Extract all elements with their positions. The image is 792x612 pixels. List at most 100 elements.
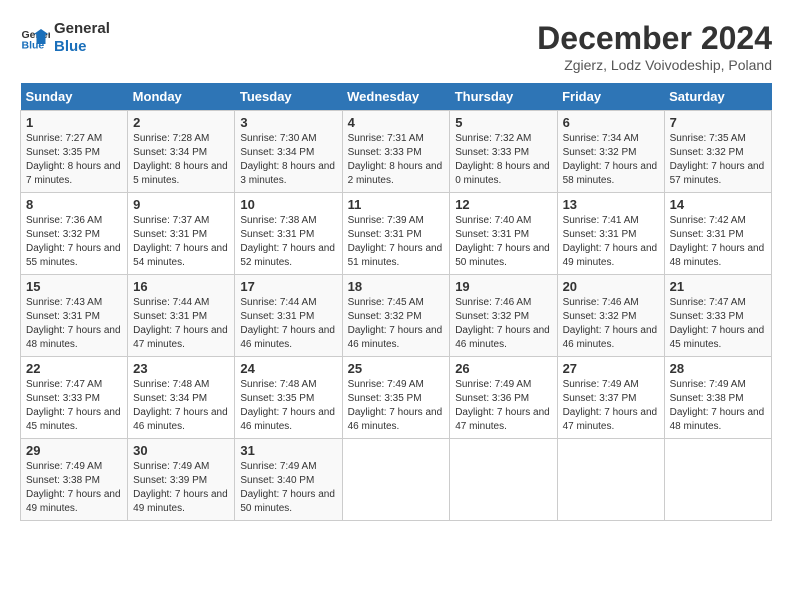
day-info: Sunrise: 7:31 AMSunset: 3:33 PMDaylight:… [348, 132, 445, 188]
day-number: 24 [240, 361, 336, 376]
header: General Blue General Blue December 2024 … [20, 20, 772, 73]
day-info: Sunrise: 7:47 AMSunset: 3:33 PMDaylight:… [26, 378, 122, 434]
day-cell: 3 Sunrise: 7:30 AMSunset: 3:34 PMDaylight… [235, 111, 342, 193]
day-cell: 5Sunrise: 7:32 AMSunset: 3:33 PMDaylight… [450, 111, 557, 193]
day-number: 1 [26, 115, 122, 130]
day-info: Sunrise: 7:49 AMSunset: 3:40 PMDaylight:… [240, 460, 336, 516]
day-cell [664, 439, 771, 521]
day-info: Sunrise: 7:27 AMSunset: 3:35 PMDaylight:… [26, 132, 122, 188]
day-number: 6 [563, 115, 659, 130]
day-cell: 6 Sunrise: 7:34 AMSunset: 3:32 PMDaylight… [557, 111, 664, 193]
day-number: 3 [240, 115, 336, 130]
day-cell: 26 Sunrise: 7:49 AMSunset: 3:36 PMDayligh… [450, 357, 557, 439]
day-number: 18 [348, 279, 445, 294]
week-row-3: 15Sunrise: 7:43 AMSunset: 3:31 PMDayligh… [21, 275, 772, 357]
day-number: 2 [133, 115, 229, 130]
day-info: Sunrise: 7:45 AMSunset: 3:32 PMDaylight:… [348, 296, 445, 352]
day-number: 17 [240, 279, 336, 294]
day-number: 16 [133, 279, 229, 294]
day-info: Sunrise: 7:47 AMSunset: 3:33 PMDaylight:… [670, 296, 766, 352]
day-cell: 20Sunrise: 7:46 AMSunset: 3:32 PMDayligh… [557, 275, 664, 357]
header-cell-saturday: Saturday [664, 83, 771, 111]
day-info: Sunrise: 7:49 AMSunset: 3:36 PMDaylight:… [455, 378, 551, 434]
header-cell-thursday: Thursday [450, 83, 557, 111]
header-cell-friday: Friday [557, 83, 664, 111]
day-cell: 31 Sunrise: 7:49 AMSunset: 3:40 PMDayligh… [235, 439, 342, 521]
day-info: Sunrise: 7:49 AMSunset: 3:38 PMDaylight:… [670, 378, 766, 434]
day-number: 19 [455, 279, 551, 294]
day-info: Sunrise: 7:49 AMSunset: 3:39 PMDaylight:… [133, 460, 229, 516]
day-info: Sunrise: 7:28 AMSunset: 3:34 PMDaylight:… [133, 132, 229, 188]
week-row-4: 22 Sunrise: 7:47 AMSunset: 3:33 PMDayligh… [21, 357, 772, 439]
day-number: 23 [133, 361, 229, 376]
day-cell: 13 Sunrise: 7:41 AMSunset: 3:31 PMDayligh… [557, 193, 664, 275]
location-subtitle: Zgierz, Lodz Voivodeship, Poland [537, 57, 772, 73]
day-number: 27 [563, 361, 659, 376]
day-cell: 16 Sunrise: 7:44 AMSunset: 3:31 PMDayligh… [128, 275, 235, 357]
month-title: December 2024 [537, 20, 772, 57]
day-cell: 14Sunrise: 7:42 AMSunset: 3:31 PMDayligh… [664, 193, 771, 275]
day-info: Sunrise: 7:49 AMSunset: 3:38 PMDaylight:… [26, 460, 122, 516]
day-info: Sunrise: 7:30 AMSunset: 3:34 PMDaylight:… [240, 132, 336, 188]
calendar-body: 1 Sunrise: 7:27 AMSunset: 3:35 PMDaylight… [21, 111, 772, 521]
day-info: Sunrise: 7:40 AMSunset: 3:31 PMDaylight:… [455, 214, 551, 270]
header-cell-monday: Monday [128, 83, 235, 111]
day-cell: 25 Sunrise: 7:49 AMSunset: 3:35 PMDayligh… [342, 357, 450, 439]
day-info: Sunrise: 7:49 AMSunset: 3:37 PMDaylight:… [563, 378, 659, 434]
day-info: Sunrise: 7:38 AMSunset: 3:31 PMDaylight:… [240, 214, 336, 270]
day-number: 7 [670, 115, 766, 130]
day-info: Sunrise: 7:35 AMSunset: 3:32 PMDaylight:… [670, 132, 766, 188]
logo-line2: Blue [54, 38, 110, 56]
day-number: 22 [26, 361, 122, 376]
week-row-2: 8 Sunrise: 7:36 AMSunset: 3:32 PMDaylight… [21, 193, 772, 275]
day-info: Sunrise: 7:48 AMSunset: 3:35 PMDaylight:… [240, 378, 336, 434]
day-cell: 18 Sunrise: 7:45 AMSunset: 3:32 PMDayligh… [342, 275, 450, 357]
day-number: 4 [348, 115, 445, 130]
day-cell: 27 Sunrise: 7:49 AMSunset: 3:37 PMDayligh… [557, 357, 664, 439]
day-number: 28 [670, 361, 766, 376]
day-number: 8 [26, 197, 122, 212]
day-cell: 15Sunrise: 7:43 AMSunset: 3:31 PMDayligh… [21, 275, 128, 357]
day-cell: 23 Sunrise: 7:48 AMSunset: 3:34 PMDayligh… [128, 357, 235, 439]
day-info: Sunrise: 7:39 AMSunset: 3:31 PMDaylight:… [348, 214, 445, 270]
calendar-header-row: SundayMondayTuesdayWednesdayThursdayFrid… [21, 83, 772, 111]
day-info: Sunrise: 7:34 AMSunset: 3:32 PMDaylight:… [563, 132, 659, 188]
header-cell-wednesday: Wednesday [342, 83, 450, 111]
day-info: Sunrise: 7:36 AMSunset: 3:32 PMDaylight:… [26, 214, 122, 270]
header-cell-tuesday: Tuesday [235, 83, 342, 111]
logo-line1: General [54, 20, 110, 38]
day-cell: 4 Sunrise: 7:31 AMSunset: 3:33 PMDaylight… [342, 111, 450, 193]
day-cell: 7 Sunrise: 7:35 AMSunset: 3:32 PMDaylight… [664, 111, 771, 193]
day-cell: 30 Sunrise: 7:49 AMSunset: 3:39 PMDayligh… [128, 439, 235, 521]
week-row-5: 29 Sunrise: 7:49 AMSunset: 3:38 PMDayligh… [21, 439, 772, 521]
day-info: Sunrise: 7:49 AMSunset: 3:35 PMDaylight:… [348, 378, 445, 434]
day-number: 31 [240, 443, 336, 458]
day-cell: 10Sunrise: 7:38 AMSunset: 3:31 PMDayligh… [235, 193, 342, 275]
day-number: 29 [26, 443, 122, 458]
day-cell: 9Sunrise: 7:37 AMSunset: 3:31 PMDaylight… [128, 193, 235, 275]
day-cell: 21Sunrise: 7:47 AMSunset: 3:33 PMDayligh… [664, 275, 771, 357]
day-cell: 19Sunrise: 7:46 AMSunset: 3:32 PMDayligh… [450, 275, 557, 357]
day-number: 26 [455, 361, 551, 376]
day-info: Sunrise: 7:44 AMSunset: 3:31 PMDaylight:… [240, 296, 336, 352]
day-info: Sunrise: 7:41 AMSunset: 3:31 PMDaylight:… [563, 214, 659, 270]
day-cell: 2 Sunrise: 7:28 AMSunset: 3:34 PMDaylight… [128, 111, 235, 193]
day-number: 11 [348, 197, 445, 212]
day-cell: 24 Sunrise: 7:48 AMSunset: 3:35 PMDayligh… [235, 357, 342, 439]
day-info: Sunrise: 7:44 AMSunset: 3:31 PMDaylight:… [133, 296, 229, 352]
day-info: Sunrise: 7:37 AMSunset: 3:31 PMDaylight:… [133, 214, 229, 270]
calendar-table: SundayMondayTuesdayWednesdayThursdayFrid… [20, 83, 772, 521]
day-cell: 1 Sunrise: 7:27 AMSunset: 3:35 PMDaylight… [21, 111, 128, 193]
day-number: 5 [455, 115, 551, 130]
title-area: December 2024 Zgierz, Lodz Voivodeship, … [537, 20, 772, 73]
day-number: 25 [348, 361, 445, 376]
day-cell: 17 Sunrise: 7:44 AMSunset: 3:31 PMDayligh… [235, 275, 342, 357]
day-number: 13 [563, 197, 659, 212]
day-cell: 22 Sunrise: 7:47 AMSunset: 3:33 PMDayligh… [21, 357, 128, 439]
day-info: Sunrise: 7:48 AMSunset: 3:34 PMDaylight:… [133, 378, 229, 434]
day-info: Sunrise: 7:42 AMSunset: 3:31 PMDaylight:… [670, 214, 766, 270]
day-number: 30 [133, 443, 229, 458]
day-cell: 29 Sunrise: 7:49 AMSunset: 3:38 PMDayligh… [21, 439, 128, 521]
day-info: Sunrise: 7:43 AMSunset: 3:31 PMDaylight:… [26, 296, 122, 352]
day-cell: 12Sunrise: 7:40 AMSunset: 3:31 PMDayligh… [450, 193, 557, 275]
